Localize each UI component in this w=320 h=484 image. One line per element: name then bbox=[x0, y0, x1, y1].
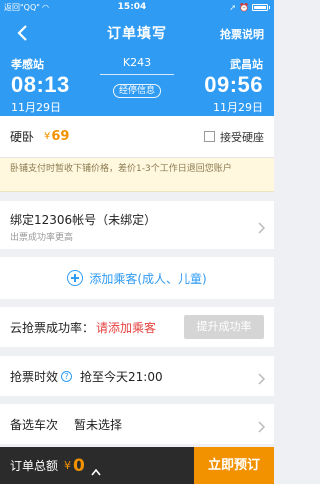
bind-account-title: 绑定12306帐号（未绑定） bbox=[10, 213, 157, 227]
add-passenger-button[interactable]: 添加乘客(成人、儿童) bbox=[0, 257, 274, 299]
status-time: 15:04 bbox=[117, 2, 147, 12]
alarm-icon: ⏰ bbox=[239, 2, 249, 12]
sleeper-price-notice: 卧铺支付时暂收下铺价格，差价1-3个工作日退回您账户 bbox=[0, 158, 274, 192]
route-line bbox=[100, 74, 174, 75]
accept-hard-seat-toggle[interactable]: 接受硬座 bbox=[204, 129, 264, 145]
boost-success-rate-button[interactable]: 提升成功率 bbox=[184, 315, 264, 339]
success-rate-label: 云抢票成功率： bbox=[10, 320, 95, 335]
grab-ticket-help-link[interactable]: 抢票说明 bbox=[220, 26, 264, 42]
backup-train-label: 备选车次 bbox=[10, 417, 59, 432]
back-button[interactable] bbox=[12, 23, 32, 43]
seat-type: 硬卧 bbox=[10, 130, 35, 144]
bind-12306-account-row[interactable]: 绑定12306帐号（未绑定） 出票成功率更高 bbox=[0, 201, 274, 249]
validity-row[interactable]: 抢票时效 ? 抢至今天21:00 bbox=[0, 356, 274, 396]
wifi-icon: ◠ bbox=[41, 2, 49, 12]
validity-label: 抢票时效 bbox=[10, 369, 59, 384]
order-total-label: 订单总额 bbox=[10, 459, 59, 473]
question-icon[interactable]: ? bbox=[61, 370, 73, 382]
bottom-bar: 订单总额 ¥ 0 立即预订 bbox=[0, 447, 274, 484]
success-rate-row: 云抢票成功率： 请添加乘客 提升成功率 bbox=[0, 307, 274, 347]
chevron-right-icon bbox=[258, 418, 266, 433]
backup-train-row[interactable]: 备选车次 暂未选择 bbox=[0, 404, 274, 444]
add-passenger-label: 添加乘客(成人、儿童) bbox=[89, 271, 207, 286]
chevron-left-icon bbox=[17, 25, 27, 41]
accept-hard-seat-label: 接受硬座 bbox=[220, 130, 264, 144]
book-now-button[interactable]: 立即预订 bbox=[194, 447, 274, 484]
chevron-up-icon[interactable] bbox=[91, 461, 101, 475]
departure-time: 08:13 bbox=[11, 72, 70, 97]
plus-circle-icon bbox=[67, 270, 84, 286]
bind-account-subtitle: 出票成功率更高 bbox=[10, 233, 74, 243]
back-app-label: 返回"QQ" bbox=[4, 2, 40, 12]
seat-price: 69 bbox=[51, 129, 70, 144]
order-total-amount: 0 bbox=[73, 455, 85, 476]
arrival-time: 09:56 bbox=[204, 72, 263, 97]
battery-icon bbox=[252, 3, 268, 11]
arrival-date: 11月29日 bbox=[213, 101, 263, 114]
chevron-right-icon bbox=[258, 219, 266, 234]
accept-hard-seat-checkbox[interactable] bbox=[204, 131, 215, 142]
arrival-station: 武昌站 bbox=[230, 58, 263, 71]
train-info: 孝感站 08:13 11月29日 K243 经停信息 武昌站 09:56 11月… bbox=[0, 52, 274, 116]
departure-date: 11月29日 bbox=[11, 101, 61, 114]
seat-currency: ¥ bbox=[44, 131, 51, 142]
seat-row: 硬卧 ¥ 69 接受硬座 bbox=[0, 116, 274, 158]
chevron-right-icon bbox=[258, 370, 266, 385]
stops-info-button[interactable]: 经停信息 bbox=[113, 84, 161, 98]
order-total-currency: ¥ bbox=[64, 459, 72, 472]
status-bar: 返回"QQ" ◠ 15:04 ➚ ⏰ bbox=[0, 0, 274, 14]
validity-value: 抢至今天21:00 bbox=[80, 369, 163, 384]
success-rate-value: 请添加乘客 bbox=[96, 320, 157, 335]
backup-train-value: 暂未选择 bbox=[74, 417, 123, 432]
location-icon: ➚ bbox=[229, 2, 237, 12]
